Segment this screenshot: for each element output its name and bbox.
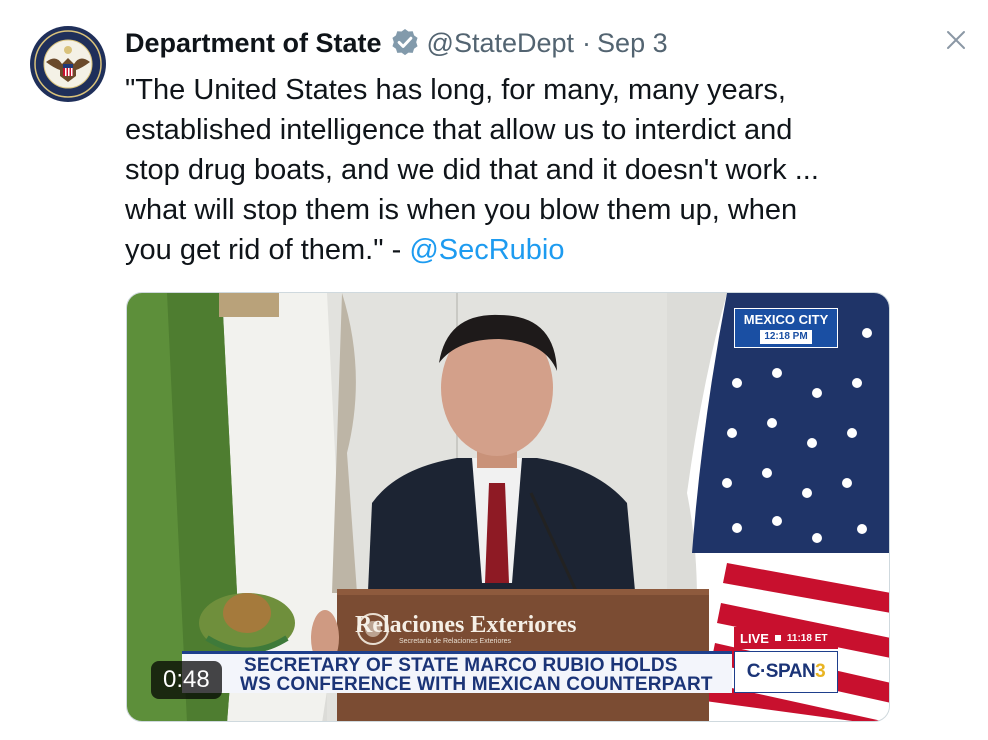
video-player[interactable]: MEXICO CITY 12:18 PM Relaciones Exterior… <box>126 292 890 722</box>
state-seal-icon <box>30 26 106 102</box>
network-logo: C·SPAN 3 <box>734 651 838 693</box>
tweet-line-last: you get rid of them." - @SecRubio <box>125 230 915 270</box>
close-icon <box>947 31 965 49</box>
verified-badge-icon <box>392 29 418 56</box>
podium-sublabel: Secretaría de Relaciones Exteriores <box>399 638 512 645</box>
location-badge: MEXICO CITY 12:18 PM <box>734 308 838 348</box>
mention-link[interactable]: @SecRubio <box>409 234 564 266</box>
tweet-line: "The United States has long, for many, m… <box>125 74 786 106</box>
live-time: 11:18 ET <box>786 632 828 644</box>
tweet-line-text: you get rid of them." - <box>125 234 410 266</box>
network-channel: 3 <box>815 661 826 682</box>
location-label: MEXICO CITY <box>743 312 829 327</box>
author-handle[interactable]: @StateDept <box>427 28 575 59</box>
tweet-line: established intelligence that allow us t… <box>125 114 793 146</box>
header-separator: · <box>582 27 592 58</box>
network-name: C·SPAN <box>746 661 816 682</box>
location-time: 12:18 PM <box>760 330 812 344</box>
podium-label: Relaciones Exteriores <box>355 612 577 638</box>
tweet-card: Department of State @StateDept · Sep 3 "… <box>0 0 988 740</box>
avatar[interactable] <box>28 24 108 104</box>
tweet-line: stop drug boats, and we did that and it … <box>125 154 819 186</box>
tweet-text: "The United States has long, for many, m… <box>125 70 915 270</box>
video-duration: 0:48 <box>151 661 222 699</box>
live-label: LIVE <box>740 630 769 646</box>
chyron-line-2: WS CONFERENCE WITH MEXICAN COUNTERPART <box>240 674 713 695</box>
live-dot-icon <box>774 635 781 641</box>
tweet-line: what will stop them is when you blow the… <box>125 194 798 226</box>
tweet-date[interactable]: Sep 3 <box>597 28 668 59</box>
tweet-header: Department of State @StateDept · Sep 3 <box>125 24 668 62</box>
close-button[interactable] <box>938 22 974 58</box>
news-chyron: SECRETARY OF STATE MARCO RUBIO HOLDS WS … <box>182 651 732 695</box>
author-name[interactable]: Department of State <box>125 28 382 59</box>
live-badge: LIVE 11:18 ET <box>734 627 838 649</box>
